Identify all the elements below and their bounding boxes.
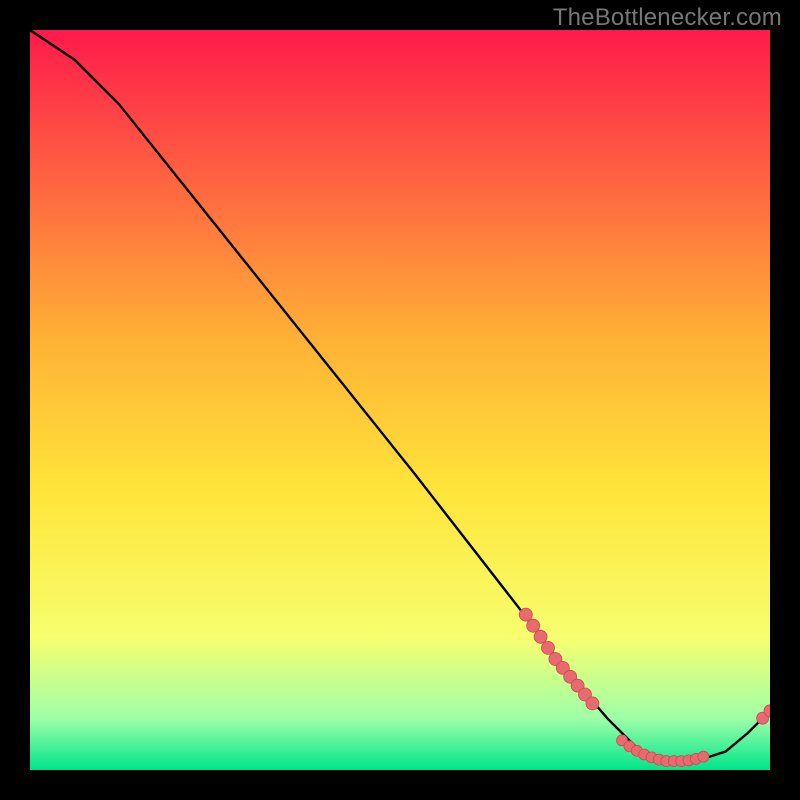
data-point	[527, 619, 540, 632]
plot-area	[30, 30, 770, 770]
data-point	[534, 630, 547, 643]
data-point	[519, 608, 532, 621]
chart-svg	[30, 30, 770, 770]
data-point	[586, 697, 599, 710]
gradient-background	[30, 30, 770, 770]
data-point	[542, 641, 555, 654]
watermark-text: TheBottlenecker.com	[553, 4, 782, 32]
chart-stage: TheBottlenecker.com	[0, 0, 800, 800]
data-point	[698, 751, 709, 762]
